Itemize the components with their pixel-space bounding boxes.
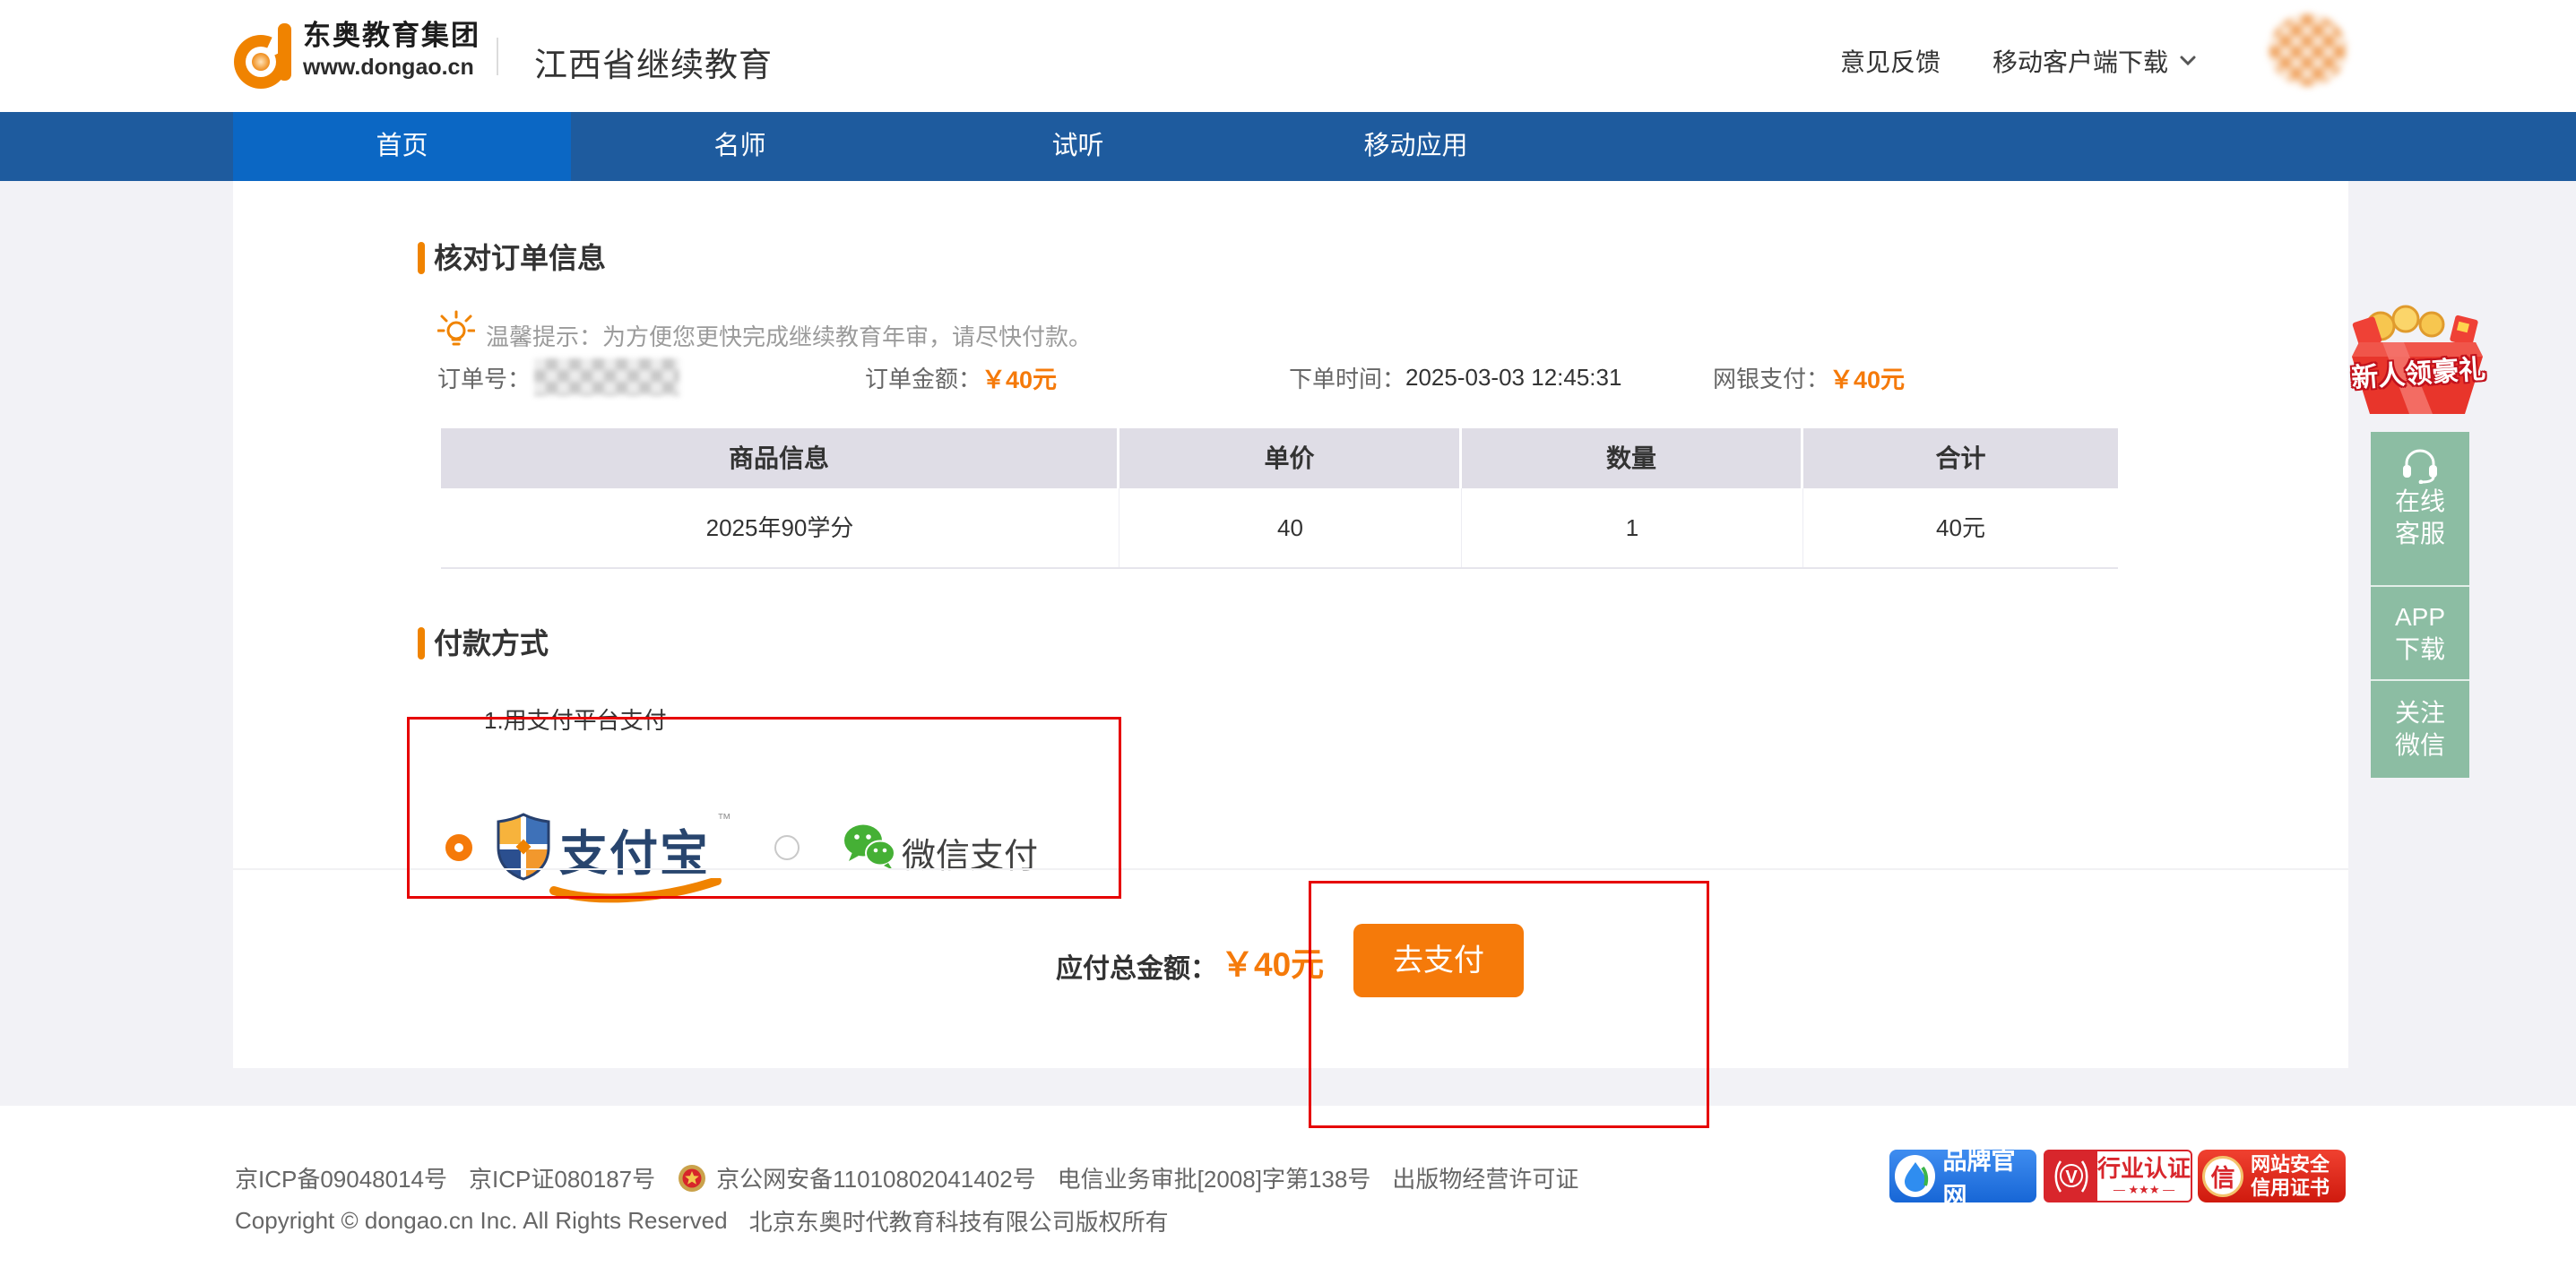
online-service-line1: 在线 (2371, 486, 2469, 518)
order-section-title: 核对订单信息 (434, 238, 606, 278)
industry-cert-stars: — ★★★ — (2114, 1183, 2174, 1197)
cell-quantity: 1 (1462, 488, 1803, 567)
follow-wechat-line1: 关注 (2371, 697, 2469, 729)
bank-pay-value: ￥40元 (1829, 360, 1905, 395)
total-due-label: 应付总金额： (1056, 946, 1217, 986)
icp-license-link[interactable]: 京ICP证080187号 (469, 1161, 655, 1194)
floating-service-menu: 在线 客服 APP 下载 关注 微信 (2371, 432, 2469, 778)
security-badge-line1: 网站安全 (2251, 1153, 2330, 1176)
footer-copyright-row: Copyright © dongao.cn Inc. All Rights Re… (235, 1204, 1169, 1237)
order-time-label: 下单时间： (1289, 361, 1405, 394)
nav-tab-mobile-app[interactable]: 移动应用 (1247, 112, 1585, 181)
order-amount-value: ￥40元 (981, 360, 1057, 395)
bank-pay-label: 网银支付： (1713, 361, 1829, 394)
site-logo[interactable]: 东奥教育集团 www.dongao.cn (233, 20, 480, 91)
company-name-text: 北京东奥时代教育科技有限公司版权所有 (749, 1204, 1169, 1237)
main-nav: 首页 名师 试听 移动应用 (0, 112, 2576, 181)
client-download-label: 移动客户端下载 (1993, 43, 2168, 79)
product-table-header: 商品信息 单价 数量 合计 (441, 428, 2118, 488)
app-download-button[interactable]: APP 下载 (2371, 585, 2469, 679)
headset-icon (2399, 446, 2441, 484)
feedback-link[interactable]: 意见反馈 (1840, 43, 1941, 79)
col-header-unit-price: 单价 (1119, 428, 1462, 488)
order-number-field: 订单号： (437, 357, 679, 398)
publication-license-text: 出版物经营许可证 (1392, 1161, 1578, 1194)
security-badge-line2: 信用证书 (2251, 1176, 2330, 1200)
icp-record-link[interactable]: 京ICP备09048014号 (235, 1161, 447, 1194)
content-card (233, 181, 2348, 1068)
order-time-field: 下单时间： 2025-03-03 12:45:31 (1289, 357, 1621, 398)
cell-total: 40元 (1803, 488, 2118, 567)
logo-company-name: 东奥教育集团 (303, 20, 480, 52)
col-header-quantity: 数量 (1462, 428, 1803, 488)
section-accent-bar (418, 242, 425, 274)
col-header-product: 商品信息 (441, 428, 1119, 488)
chevron-down-icon (2179, 55, 2197, 67)
annotation-box-pay-button (1309, 881, 1709, 1128)
copyright-text: Copyright © dongao.cn Inc. All Rights Re… (235, 1207, 728, 1235)
nav-tab-teachers[interactable]: 名师 (571, 112, 909, 181)
site-security-badge[interactable]: 信 网站安全 信用证书 (2198, 1150, 2346, 1202)
brand-drop-icon (1895, 1155, 1935, 1197)
online-service-line2: 客服 (2371, 518, 2469, 550)
client-download-link[interactable]: 移动客户端下载 (1993, 43, 2197, 79)
brand-badge-label: 品牌官网 (1942, 1142, 2036, 1211)
app-download-line2: 下载 (2371, 634, 2469, 666)
cell-product-name: 2025年90学分 (441, 488, 1119, 567)
table-row: 2025年90学分 40 1 40元 (441, 488, 2118, 569)
credit-seal-icon: 信 (2202, 1156, 2243, 1197)
user-avatar[interactable] (2269, 14, 2347, 86)
header-divider (497, 38, 498, 75)
logo-website-url: www.dongao.cn (303, 54, 480, 81)
nav-tab-home[interactable]: 首页 (233, 112, 571, 181)
nav-tab-audition[interactable]: 试听 (909, 112, 1247, 181)
order-amount-field: 订单金额： ￥40元 (865, 357, 1057, 398)
lightbulb-icon (437, 308, 475, 351)
footer-licenses-row: 京ICP备09048014号 京ICP证080187号 京公网安备1101080… (235, 1161, 1578, 1194)
dongao-logo-icon (233, 20, 294, 91)
laurel-v-icon: V (2045, 1151, 2097, 1201)
police-record-link[interactable]: 京公网安备11010802041402号 (716, 1161, 1036, 1194)
industry-cert-label: 行业认证 (2097, 1156, 2191, 1181)
svg-text:V: V (2065, 1168, 2078, 1187)
order-time-value: 2025-03-03 12:45:31 (1405, 364, 1621, 392)
order-number-redacted (534, 358, 679, 396)
col-header-total: 合计 (1803, 428, 2118, 488)
annotation-box-payment-methods (407, 717, 1121, 899)
industry-cert-badge[interactable]: V 行业认证 — ★★★ — (2044, 1150, 2192, 1202)
page-title: 江西省继续教育 (534, 38, 773, 86)
order-number-label: 订单号： (437, 361, 531, 394)
online-service-button[interactable]: 在线 客服 (2371, 446, 2469, 585)
cell-unit-price: 40 (1119, 488, 1462, 567)
public-security-badge-icon (677, 1163, 707, 1194)
brand-site-badge[interactable]: 品牌官网 (1889, 1150, 2036, 1202)
telecom-license-text: 电信业务审批[2008]字第138号 (1058, 1161, 1371, 1194)
follow-wechat-line2: 微信 (2371, 729, 2469, 762)
app-download-line1: APP (2371, 601, 2469, 634)
product-table: 商品信息 单价 数量 合计 2025年90学分 40 1 40元 (441, 428, 2118, 569)
section-accent-bar (418, 627, 425, 659)
page: 东奥教育集团 www.dongao.cn 江西省继续教育 意见反馈 移动客户端下… (0, 0, 2576, 1267)
site-header: 东奥教育集团 www.dongao.cn 江西省继续教育 意见反馈 移动客户端下… (0, 0, 2576, 112)
payment-tip: 温馨提示：为方便您更快完成继续教育年审，请尽快付款。 (486, 319, 1092, 352)
payment-section-title: 付款方式 (434, 624, 549, 663)
bank-pay-field: 网银支付： ￥40元 (1713, 357, 1905, 398)
order-amount-label: 订单金额： (865, 361, 981, 394)
follow-wechat-button[interactable]: 关注 微信 (2371, 679, 2469, 778)
